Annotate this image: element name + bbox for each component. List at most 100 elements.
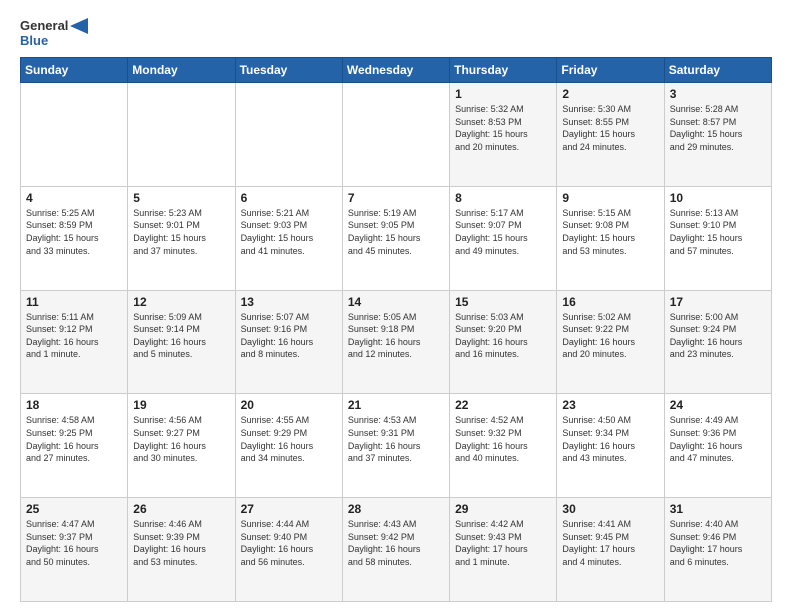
day-info: Sunrise: 4:42 AM Sunset: 9:43 PM Dayligh…: [455, 518, 551, 568]
day-info: Sunrise: 4:46 AM Sunset: 9:39 PM Dayligh…: [133, 518, 229, 568]
day-info: Sunrise: 5:32 AM Sunset: 8:53 PM Dayligh…: [455, 103, 551, 153]
day-info: Sunrise: 5:07 AM Sunset: 9:16 PM Dayligh…: [241, 311, 337, 361]
day-info: Sunrise: 4:47 AM Sunset: 9:37 PM Dayligh…: [26, 518, 122, 568]
calendar-cell: 10Sunrise: 5:13 AM Sunset: 9:10 PM Dayli…: [664, 186, 771, 290]
calendar-week-row: 18 Sunrise: 4:58 AM Sunset: 9:25 PM Dayli…: [21, 394, 772, 498]
calendar-cell: 2Sunrise: 5:30 AM Sunset: 8:55 PM Daylig…: [557, 82, 664, 186]
day-number: 8: [455, 191, 551, 205]
calendar-cell: 19 Sunrise: 4:56 AM Sunset: 9:27 PM Dayli…: [128, 394, 235, 498]
calendar-cell: 4 Sunrise: 5:25 AM Sunset: 8:59 PM Daylig…: [21, 186, 128, 290]
day-number: 26: [133, 502, 229, 516]
day-number: 9: [562, 191, 658, 205]
logo-arrow-icon: [70, 18, 88, 34]
day-number: 1: [455, 87, 551, 101]
day-info: Sunrise: 5:09 AM Sunset: 9:14 PM Dayligh…: [133, 311, 229, 361]
day-info: Sunrise: 4:43 AM Sunset: 9:42 PM Dayligh…: [348, 518, 444, 568]
day-info: Sunrise: 4:49 AM Sunset: 9:36 PM Dayligh…: [670, 414, 766, 464]
day-info: Sunrise: 4:53 AM Sunset: 9:31 PM Dayligh…: [348, 414, 444, 464]
calendar-cell: 27 Sunrise: 4:44 AM Sunset: 9:40 PM Dayli…: [235, 498, 342, 602]
calendar-cell: [235, 82, 342, 186]
day-number: 14: [348, 295, 444, 309]
calendar-cell: 7Sunrise: 5:19 AM Sunset: 9:05 PM Daylig…: [342, 186, 449, 290]
day-number: 2: [562, 87, 658, 101]
day-number: 11: [26, 295, 122, 309]
day-info: Sunrise: 4:41 AM Sunset: 9:45 PM Dayligh…: [562, 518, 658, 568]
day-info: Sunrise: 4:40 AM Sunset: 9:46 PM Dayligh…: [670, 518, 766, 568]
day-info: Sunrise: 5:23 AM Sunset: 9:01 PM Dayligh…: [133, 207, 229, 257]
logo: General Blue: [20, 18, 88, 49]
day-info: Sunrise: 5:05 AM Sunset: 9:18 PM Dayligh…: [348, 311, 444, 361]
column-header-sunday: Sunday: [21, 57, 128, 82]
day-number: 21: [348, 398, 444, 412]
day-number: 29: [455, 502, 551, 516]
day-number: 23: [562, 398, 658, 412]
calendar-week-row: 25 Sunrise: 4:47 AM Sunset: 9:37 PM Dayli…: [21, 498, 772, 602]
day-info: Sunrise: 5:25 AM Sunset: 8:59 PM Dayligh…: [26, 207, 122, 257]
day-number: 18: [26, 398, 122, 412]
day-info: Sunrise: 5:28 AM Sunset: 8:57 PM Dayligh…: [670, 103, 766, 153]
calendar-cell: 11 Sunrise: 5:11 AM Sunset: 9:12 PM Dayli…: [21, 290, 128, 394]
column-header-monday: Monday: [128, 57, 235, 82]
column-header-friday: Friday: [557, 57, 664, 82]
day-number: 19: [133, 398, 229, 412]
day-number: 4: [26, 191, 122, 205]
calendar-cell: 22 Sunrise: 4:52 AM Sunset: 9:32 PM Dayli…: [450, 394, 557, 498]
calendar-week-row: 11 Sunrise: 5:11 AM Sunset: 9:12 PM Dayli…: [21, 290, 772, 394]
day-info: Sunrise: 5:17 AM Sunset: 9:07 PM Dayligh…: [455, 207, 551, 257]
calendar-cell: 21 Sunrise: 4:53 AM Sunset: 9:31 PM Dayli…: [342, 394, 449, 498]
day-info: Sunrise: 4:50 AM Sunset: 9:34 PM Dayligh…: [562, 414, 658, 464]
day-number: 3: [670, 87, 766, 101]
calendar-cell: [21, 82, 128, 186]
day-number: 6: [241, 191, 337, 205]
logo-blue-text: Blue: [20, 34, 48, 49]
day-number: 17: [670, 295, 766, 309]
day-number: 30: [562, 502, 658, 516]
logo-general-text: General: [20, 19, 68, 34]
day-info: Sunrise: 5:03 AM Sunset: 9:20 PM Dayligh…: [455, 311, 551, 361]
calendar-cell: 29 Sunrise: 4:42 AM Sunset: 9:43 PM Dayli…: [450, 498, 557, 602]
day-number: 5: [133, 191, 229, 205]
day-info: Sunrise: 4:55 AM Sunset: 9:29 PM Dayligh…: [241, 414, 337, 464]
calendar-header: General Blue: [20, 18, 772, 49]
day-info: Sunrise: 4:44 AM Sunset: 9:40 PM Dayligh…: [241, 518, 337, 568]
day-number: 10: [670, 191, 766, 205]
calendar-cell: 3 Sunrise: 5:28 AM Sunset: 8:57 PM Daylig…: [664, 82, 771, 186]
day-number: 7: [348, 191, 444, 205]
calendar-table: SundayMondayTuesdayWednesdayThursdayFrid…: [20, 57, 772, 602]
calendar-cell: 18 Sunrise: 4:58 AM Sunset: 9:25 PM Dayli…: [21, 394, 128, 498]
day-number: 13: [241, 295, 337, 309]
day-number: 25: [26, 502, 122, 516]
day-number: 15: [455, 295, 551, 309]
day-info: Sunrise: 5:15 AM Sunset: 9:08 PM Dayligh…: [562, 207, 658, 257]
calendar-cell: 8 Sunrise: 5:17 AM Sunset: 9:07 PM Daylig…: [450, 186, 557, 290]
day-number: 20: [241, 398, 337, 412]
day-number: 27: [241, 502, 337, 516]
day-info: Sunrise: 4:58 AM Sunset: 9:25 PM Dayligh…: [26, 414, 122, 464]
calendar-cell: 1 Sunrise: 5:32 AM Sunset: 8:53 PM Daylig…: [450, 82, 557, 186]
day-info: Sunrise: 5:21 AM Sunset: 9:03 PM Dayligh…: [241, 207, 337, 257]
day-number: 24: [670, 398, 766, 412]
day-number: 16: [562, 295, 658, 309]
day-number: 22: [455, 398, 551, 412]
calendar-cell: 20 Sunrise: 4:55 AM Sunset: 9:29 PM Dayli…: [235, 394, 342, 498]
calendar-week-row: 1 Sunrise: 5:32 AM Sunset: 8:53 PM Daylig…: [21, 82, 772, 186]
column-header-thursday: Thursday: [450, 57, 557, 82]
calendar-cell: 5 Sunrise: 5:23 AM Sunset: 9:01 PM Daylig…: [128, 186, 235, 290]
calendar-cell: [342, 82, 449, 186]
day-info: Sunrise: 4:56 AM Sunset: 9:27 PM Dayligh…: [133, 414, 229, 464]
calendar-cell: 16Sunrise: 5:02 AM Sunset: 9:22 PM Dayli…: [557, 290, 664, 394]
day-number: 12: [133, 295, 229, 309]
day-info: Sunrise: 5:11 AM Sunset: 9:12 PM Dayligh…: [26, 311, 122, 361]
calendar-cell: 6 Sunrise: 5:21 AM Sunset: 9:03 PM Daylig…: [235, 186, 342, 290]
calendar-cell: 12 Sunrise: 5:09 AM Sunset: 9:14 PM Dayli…: [128, 290, 235, 394]
column-header-saturday: Saturday: [664, 57, 771, 82]
calendar-week-row: 4 Sunrise: 5:25 AM Sunset: 8:59 PM Daylig…: [21, 186, 772, 290]
day-info: Sunrise: 4:52 AM Sunset: 9:32 PM Dayligh…: [455, 414, 551, 464]
calendar-cell: 23 Sunrise: 4:50 AM Sunset: 9:34 PM Dayli…: [557, 394, 664, 498]
calendar-cell: 24 Sunrise: 4:49 AM Sunset: 9:36 PM Dayli…: [664, 394, 771, 498]
calendar-cell: 17Sunrise: 5:00 AM Sunset: 9:24 PM Dayli…: [664, 290, 771, 394]
calendar-cell: 28 Sunrise: 4:43 AM Sunset: 9:42 PM Dayli…: [342, 498, 449, 602]
day-number: 31: [670, 502, 766, 516]
calendar-cell: 13 Sunrise: 5:07 AM Sunset: 9:16 PM Dayli…: [235, 290, 342, 394]
day-number: 28: [348, 502, 444, 516]
